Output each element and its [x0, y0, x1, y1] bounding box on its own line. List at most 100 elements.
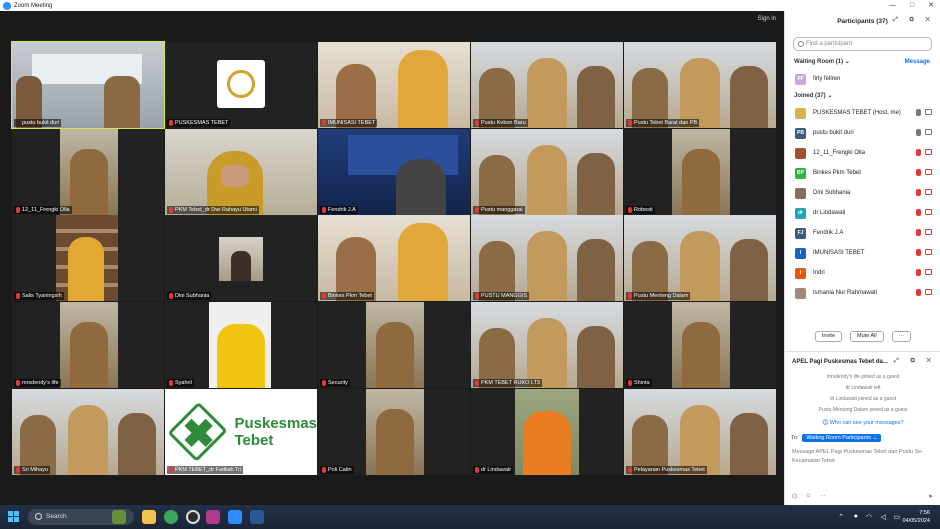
app-g-icon[interactable] — [206, 510, 220, 524]
video-tile[interactable]: pustu bukit duri — [11, 41, 165, 129]
tray-battery-icon[interactable]: ▭ — [893, 513, 900, 521]
send-icon[interactable]: ➤ — [928, 493, 933, 500]
participant-row[interactable]: PUSKESMAS TEBET (Host, me) — [785, 103, 940, 123]
video-tile[interactable]: Security — [318, 302, 470, 389]
muted-mic-icon[interactable] — [916, 289, 921, 296]
participant-row[interactable]: Dini Subhania — [785, 183, 940, 203]
invite-button[interactable]: Invite — [814, 330, 843, 342]
participant-name-label: PUSTU MANGGIS — [473, 292, 530, 301]
camera-icon[interactable] — [925, 269, 932, 275]
chrome-icon[interactable] — [164, 510, 178, 524]
waiting-room-header: Waiting Room (1) ⌄ Message — [785, 55, 940, 69]
video-tile[interactable]: Pustu Tebet Barat dan PB — [624, 42, 776, 128]
muted-mic-icon[interactable] — [916, 209, 921, 216]
mic-icon[interactable] — [916, 109, 921, 116]
tile-name-text: Syahril — [175, 380, 192, 387]
more-button[interactable]: ··· — [891, 330, 912, 342]
sign-in-link[interactable]: Sign in — [758, 16, 776, 22]
muted-mic-icon — [322, 120, 326, 126]
video-tile[interactable]: Puskesmas Tebet PKM TEBET_dr Fadilah Tri — [165, 388, 317, 475]
video-tile[interactable]: Sri Mihayu — [12, 388, 164, 475]
tray-chevron-icon[interactable]: ⌃ — [838, 513, 844, 521]
tray-mic-icon[interactable]: ● — [854, 513, 858, 520]
file-explorer-icon[interactable] — [142, 510, 156, 524]
video-feed — [165, 302, 317, 389]
video-tile[interactable]: Pustu Kebon Baru — [471, 42, 623, 128]
muted-mic-icon[interactable] — [916, 229, 921, 236]
camera-icon[interactable] — [925, 189, 932, 195]
waiting-participant-row[interactable]: FF firly fellren — [785, 69, 940, 89]
close-button[interactable]: ✕ — [928, 0, 934, 11]
more-icon[interactable]: ··· — [819, 493, 825, 500]
widget-icon[interactable] — [112, 510, 126, 524]
muted-mic-icon[interactable] — [916, 149, 921, 156]
video-tile[interactable]: Fendrik J.A — [318, 128, 470, 215]
maximize-button[interactable]: □ — [910, 0, 914, 11]
video-tile[interactable]: dr Lindawati — [471, 388, 623, 475]
video-tile[interactable]: Pelayanan Puskesmas Tebet — [624, 388, 776, 475]
mic-icon[interactable] — [916, 129, 921, 136]
who-can-see-link[interactable]: 🛈 Who can see your messages? — [785, 419, 940, 428]
message-waiting-button[interactable]: Message — [905, 55, 930, 69]
muted-mic-icon — [16, 466, 20, 473]
chat-input[interactable]: Message APEL Pagi Puskesmas Tebet dan Pu… — [792, 448, 935, 470]
clock-time: 7:56 — [919, 510, 930, 516]
taskbar-clock[interactable]: 7:56 04/05/2024 — [902, 509, 930, 525]
camera-icon[interactable] — [925, 109, 932, 115]
video-tile[interactable]: Pustu manggarai — [471, 128, 623, 215]
video-tile[interactable]: Dini Subhania — [165, 215, 317, 302]
muted-mic-icon[interactable] — [916, 189, 921, 196]
video-tile[interactable]: 12_11_Frengki Olla — [12, 128, 164, 215]
camera-icon[interactable] — [925, 249, 932, 255]
video-tile[interactable]: Shinta — [624, 302, 776, 389]
muted-mic-icon — [322, 293, 326, 300]
video-tile[interactable]: Salis Tyaningsih — [12, 215, 164, 302]
camera-icon[interactable] — [925, 289, 932, 295]
word-icon[interactable] — [250, 510, 264, 524]
video-tile[interactable]: Pustu Menteng Dalam — [624, 215, 776, 302]
panel-window-icons[interactable]: ⤢ ⧉ ✕ — [893, 17, 935, 24]
windows-start-icon[interactable] — [8, 511, 20, 523]
mute-all-button[interactable]: Mute All — [850, 330, 884, 342]
video-tile[interactable]: Robesti — [624, 128, 776, 215]
video-tile[interactable]: PUSTU MANGGIS — [471, 215, 623, 302]
camera-icon[interactable] — [925, 129, 932, 135]
camera-icon[interactable] — [925, 169, 932, 175]
media-player-icon[interactable] — [186, 510, 200, 524]
participant-row[interactable]: FJ Fendrik J.A — [785, 223, 940, 243]
participant-search-input[interactable]: Find a participant — [793, 37, 932, 51]
zoom-taskbar-icon[interactable] — [228, 510, 242, 524]
tray-volume-icon[interactable]: ◁ — [881, 513, 886, 521]
participant-row[interactable]: dr dr Lindawati — [785, 203, 940, 223]
emoji-icon[interactable]: ☺ — [805, 493, 811, 500]
participant-row[interactable]: Ismania Nur Rahmawati — [785, 283, 940, 303]
video-tile[interactable]: mrsdendy's life — [12, 302, 164, 389]
participant-name: IMUNISASI TEBET — [813, 250, 865, 256]
chat-window-icons[interactable]: ⤢ ⧉ ✕ — [894, 358, 936, 365]
video-tile[interactable]: IMUNISASI TEBET — [318, 42, 470, 128]
muted-mic-icon[interactable] — [916, 169, 921, 176]
muted-mic-icon[interactable] — [916, 269, 921, 276]
participant-row[interactable]: PB pustu bukit duri — [785, 123, 940, 143]
participant-row[interactable]: 12_11_Frengki Olla — [785, 143, 940, 163]
video-tile[interactable]: PUSKESMAS TEBET — [165, 42, 317, 128]
tray-wifi-icon[interactable]: ◠ — [866, 513, 872, 521]
recipient-dropdown[interactable]: Waiting Room Participants ⌄ — [802, 434, 882, 442]
tile-name-text: Dini Subhania — [175, 293, 210, 300]
video-tile[interactable]: Poli Catin — [318, 388, 470, 475]
video-tile[interactable]: Binkes Pkm Tebet — [318, 215, 470, 302]
video-tile[interactable]: PKM TEBET RUKO LT3 — [471, 302, 623, 389]
participant-row[interactable]: I Indri — [785, 263, 940, 283]
participants-title: Participants (37) — [837, 17, 888, 25]
participant-row[interactable]: I IMUNISASI TEBET — [785, 243, 940, 263]
camera-icon[interactable] — [925, 229, 932, 235]
camera-icon[interactable] — [925, 149, 932, 155]
muted-mic-icon[interactable] — [916, 249, 921, 256]
participant-row[interactable]: BP Binkes Pkm Tebet — [785, 163, 940, 183]
minimize-button[interactable]: — — [889, 0, 896, 11]
title-bar: Zoom Meeting — □ ✕ — [0, 0, 940, 11]
screenshot-icon[interactable]: ⌬ — [792, 493, 797, 500]
camera-icon[interactable] — [925, 209, 932, 215]
video-tile[interactable]: Syahril — [165, 302, 317, 389]
video-tile[interactable]: PKM Tebet_dr Dwi Rahayu Utami — [165, 128, 317, 215]
